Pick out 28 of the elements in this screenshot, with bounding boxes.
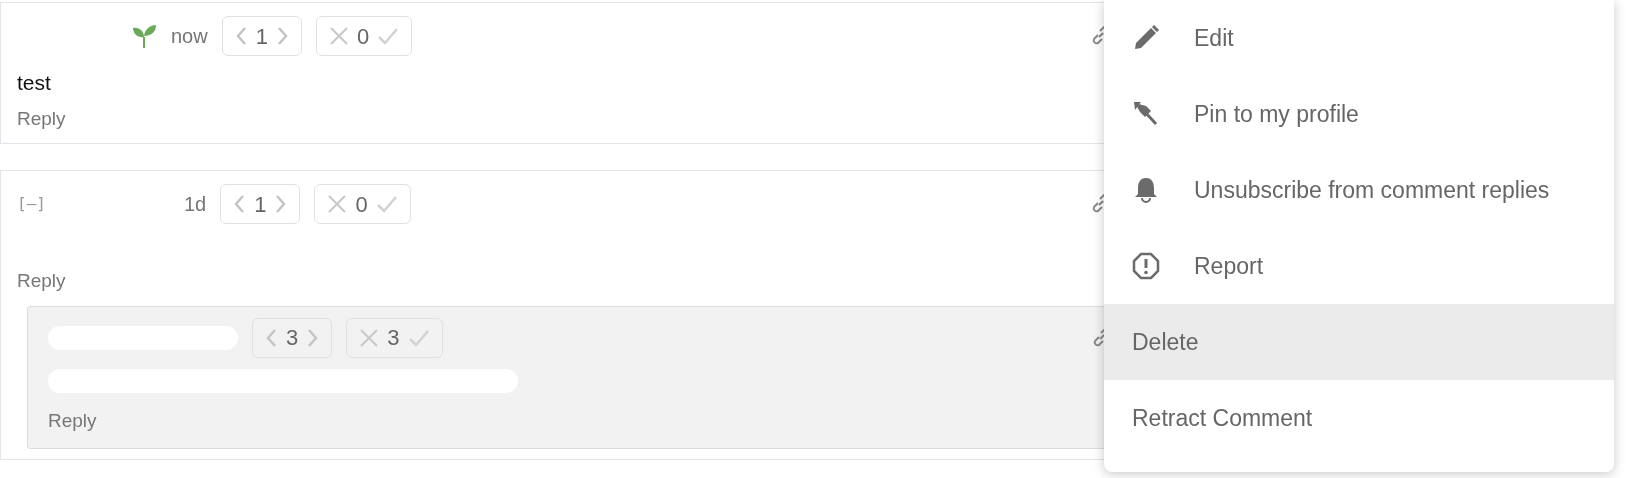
timestamp: 1d: [183, 192, 207, 217]
disagree-icon[interactable]: [327, 194, 348, 214]
karma-score: 1: [255, 22, 268, 51]
vote-up-icon[interactable]: [275, 25, 289, 47]
agreement-score: 3: [387, 324, 400, 352]
vote-up-icon[interactable]: [274, 193, 288, 215]
comment-text: test: [17, 71, 51, 94]
reply-link[interactable]: Reply: [48, 407, 97, 436]
alert-icon: [1132, 252, 1160, 280]
reply-link[interactable]: Reply: [17, 104, 66, 133]
pencil-icon: [1132, 24, 1160, 52]
vote-down-icon[interactable]: [233, 193, 247, 215]
menu-item[interactable]: Edit: [1104, 0, 1614, 76]
disagree-icon[interactable]: [328, 26, 349, 46]
agreement-score: 0: [356, 22, 370, 51]
menu-item[interactable]: Pin to my profile: [1104, 76, 1614, 152]
agreement-score: 0: [355, 190, 368, 219]
menu-item[interactable]: Delete: [1104, 304, 1614, 380]
disagree-icon[interactable]: [359, 327, 380, 348]
karma-score: 1: [254, 190, 267, 219]
menu-item[interactable]: Retract Comment: [1104, 380, 1614, 456]
pin-icon: [1132, 100, 1160, 128]
reply-link[interactable]: Reply: [17, 267, 66, 296]
karma-score: 3: [286, 324, 299, 352]
timestamp: now: [171, 24, 208, 49]
vote-down-icon[interactable]: [234, 25, 248, 47]
menu-item[interactable]: Unsubscribe from comment replies: [1104, 152, 1614, 228]
menu-item[interactable]: Report: [1104, 228, 1614, 304]
